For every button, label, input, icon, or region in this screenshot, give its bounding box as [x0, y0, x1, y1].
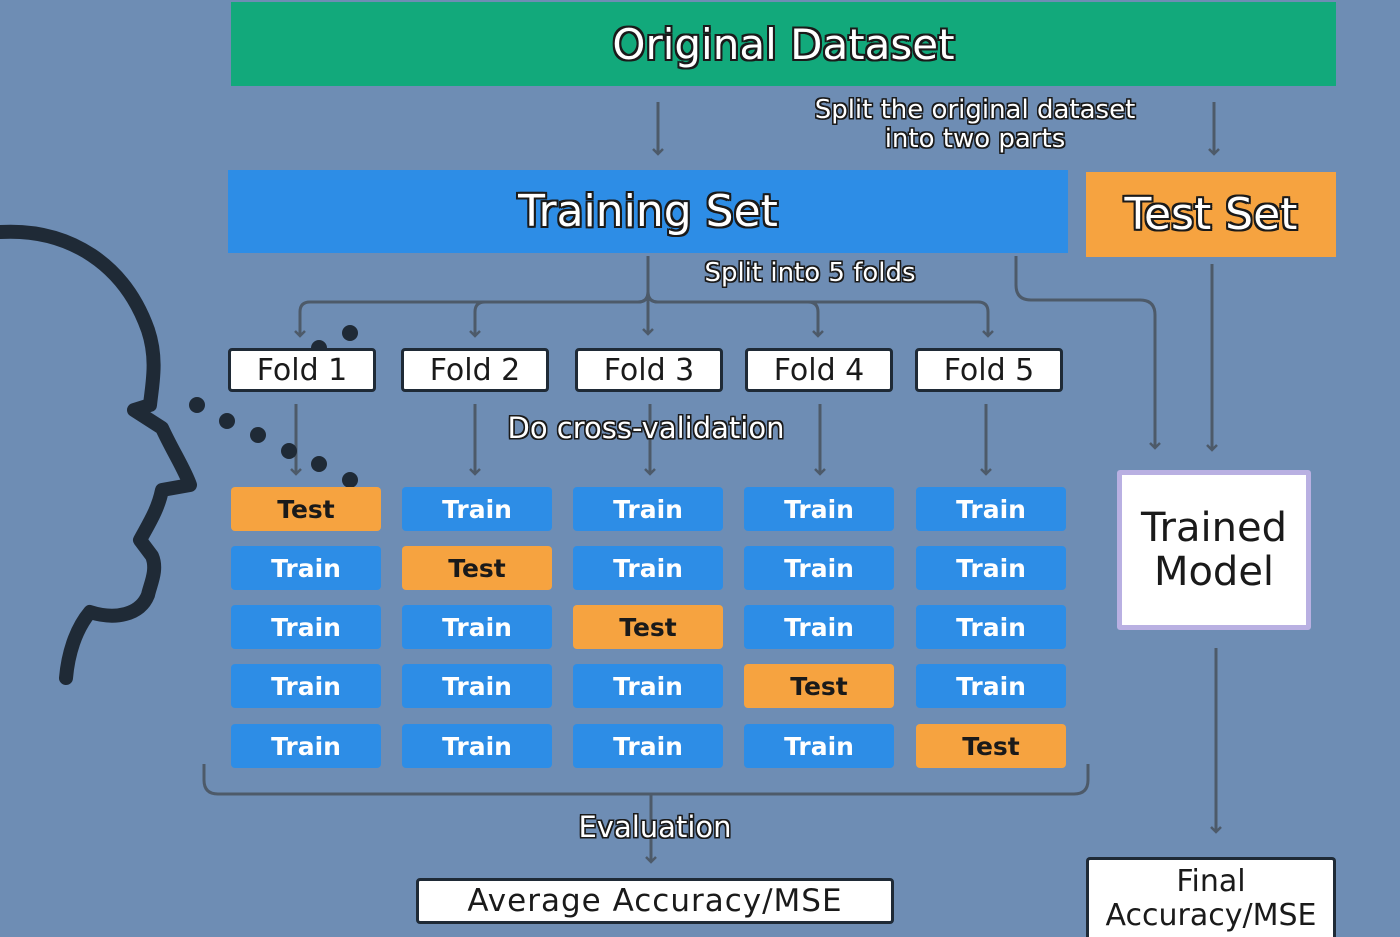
- evaluation-label: Evaluation: [578, 810, 732, 844]
- train-cell: Train: [402, 724, 552, 768]
- test-cell: Test: [573, 605, 723, 649]
- final-accuracy-line-2: Accuracy/MSE: [1105, 897, 1317, 933]
- training-set-label: Training Set: [518, 186, 778, 237]
- diagram-connectors: [0, 102, 1222, 864]
- fold-1-box: Fold 1: [228, 348, 376, 392]
- arrow-to-fold-2: [469, 291, 650, 338]
- test-set-banner: Test Set: [1086, 172, 1336, 257]
- train-cell: Train: [231, 546, 381, 590]
- final-accuracy-line-1: Final: [1176, 863, 1246, 899]
- fold-label: Fold 3: [603, 352, 695, 388]
- test-cell: Test: [916, 724, 1066, 768]
- train-cell: Train: [744, 487, 894, 531]
- fold-label: Fold 1: [256, 352, 348, 388]
- train-cell: Train: [573, 546, 723, 590]
- evaluation-bracket: [202, 764, 1090, 796]
- folds-note: Split into 5 folds: [704, 258, 916, 288]
- train-cell: Train: [231, 605, 381, 649]
- train-cell: Train: [231, 724, 381, 768]
- train-cell: Train: [744, 724, 894, 768]
- train-cell: Train: [573, 664, 723, 708]
- fold-3-box: Fold 3: [575, 348, 723, 392]
- fold-label: Fold 4: [773, 352, 865, 388]
- train-cell: Train: [402, 605, 552, 649]
- train-cell: Train: [916, 664, 1066, 708]
- head-profile-icon: [0, 224, 197, 685]
- arrow-to-fold-4: [646, 291, 824, 338]
- train-cell: Train: [916, 487, 1066, 531]
- trained-model-box: Trained Model: [1117, 470, 1311, 630]
- split-note-line-1: Split the original dataset: [814, 95, 1136, 125]
- fold-5-box: Fold 5: [915, 348, 1063, 392]
- average-accuracy-box: Average Accuracy/MSE: [416, 878, 894, 924]
- fold-4-box: Fold 4: [745, 348, 893, 392]
- test-cell: Test: [231, 487, 381, 531]
- train-cell: Train: [744, 546, 894, 590]
- fold-2-box: Fold 2: [401, 348, 549, 392]
- test-set-label: Test Set: [1124, 189, 1298, 240]
- fold-label: Fold 5: [943, 352, 1035, 388]
- train-cell: Train: [402, 664, 552, 708]
- test-cell: Test: [744, 664, 894, 708]
- cross-validation-note: Do cross-validation: [507, 411, 785, 445]
- train-cell: Train: [402, 487, 552, 531]
- original-dataset-banner: Original Dataset: [231, 2, 1336, 86]
- train-cell: Train: [916, 546, 1066, 590]
- test-cell: Test: [402, 546, 552, 590]
- split-note: Split the original dataset into two part…: [805, 96, 1145, 154]
- train-cell: Train: [573, 724, 723, 768]
- train-cell: Train: [573, 487, 723, 531]
- final-accuracy-box: Final Accuracy/MSE: [1086, 857, 1336, 937]
- train-cell: Train: [916, 605, 1066, 649]
- train-cell: Train: [744, 605, 894, 649]
- training-set-banner: Training Set: [228, 170, 1068, 253]
- average-accuracy-label: Average Accuracy/MSE: [467, 883, 843, 919]
- train-cell: Train: [231, 664, 381, 708]
- fold-label: Fold 2: [429, 352, 521, 388]
- original-dataset-label: Original Dataset: [612, 19, 955, 69]
- trained-model-line-1: Trained: [1141, 505, 1287, 551]
- trained-model-line-2: Model: [1153, 549, 1275, 595]
- split-note-line-2: into two parts: [884, 124, 1066, 154]
